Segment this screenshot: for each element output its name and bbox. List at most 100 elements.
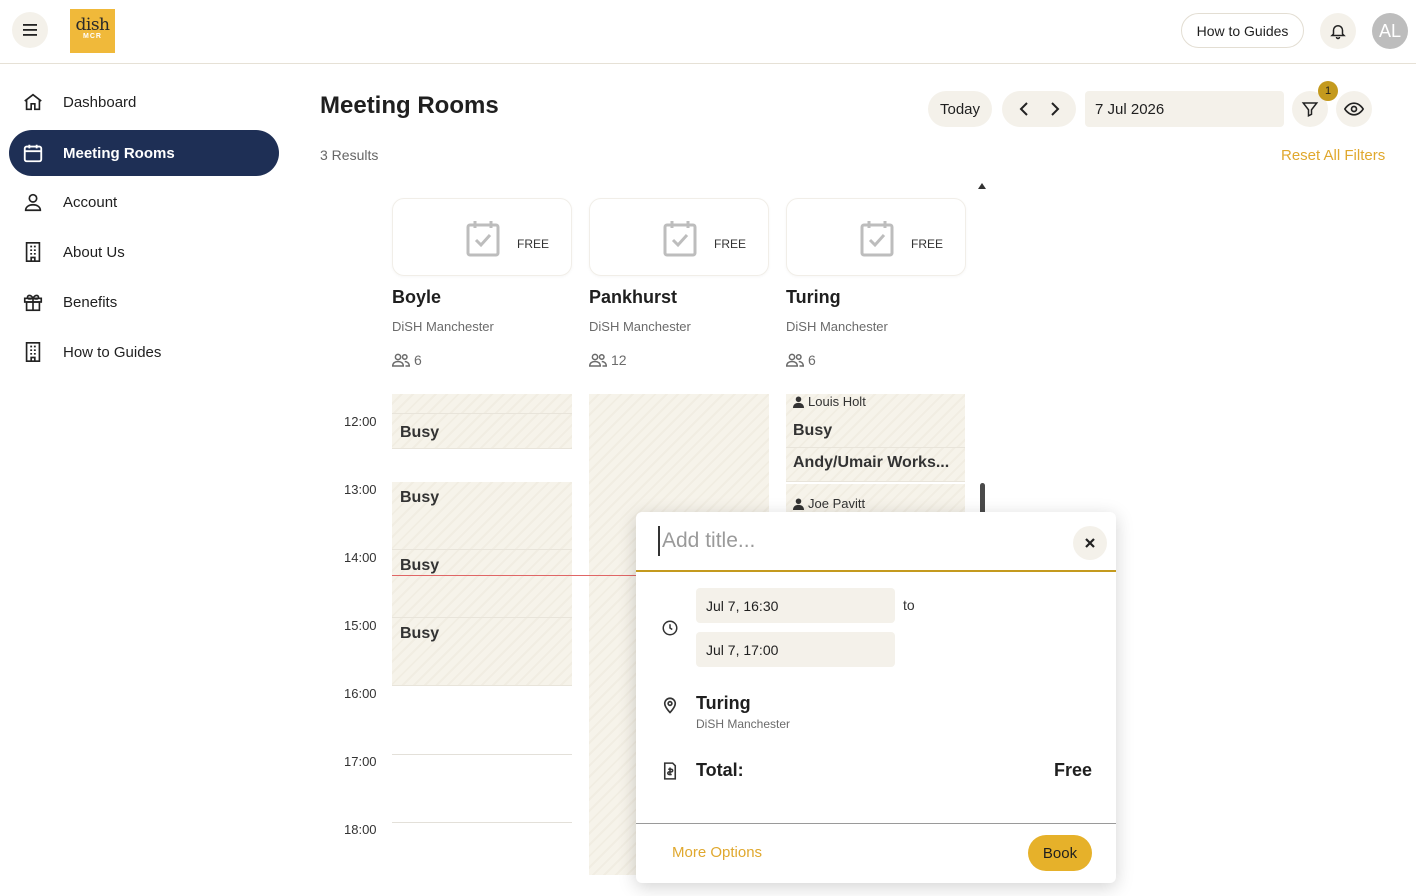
time-label: 13:00 (344, 482, 377, 497)
sidebar-item-account[interactable]: Account (9, 179, 279, 225)
booking-popup: Jul 7, 16:30 to Jul 7, 17:00 Turing DiSH… (636, 512, 1116, 883)
booking-room-location: DiSH Manchester (696, 717, 791, 731)
hour-gridline (392, 754, 572, 755)
current-time-indicator (392, 575, 642, 576)
sidebar-item-label: Account (63, 193, 118, 211)
event-title[interactable]: Andy/Umair Works... (786, 448, 965, 482)
to-label: to (903, 597, 915, 613)
more-options-link[interactable]: More Options (672, 844, 762, 861)
notifications-button[interactable] (1320, 13, 1356, 49)
sidebar-item-label: Benefits (63, 293, 118, 311)
time-label: 12:00 (344, 414, 377, 429)
chevron-left-icon (1019, 102, 1028, 116)
sidebar-item-label: Dashboard (63, 93, 137, 111)
room-name: Boyle (392, 287, 442, 307)
time-label: 17:00 (344, 754, 377, 769)
person-icon (793, 498, 804, 510)
room-status: FREE (517, 237, 550, 251)
date-picker-field[interactable]: 7 Jul 2026 (1085, 91, 1284, 127)
sidebar-item-benefits[interactable]: Benefits (9, 279, 279, 325)
room-status-card[interactable]: FREE (392, 198, 572, 276)
sidebar-item-about-us[interactable]: About Us (9, 229, 279, 275)
sidebar-item-label: About Us (63, 243, 125, 261)
title-underline (636, 570, 1116, 572)
date-navigation (1002, 91, 1076, 127)
top-bar: dish MCR How to Guides AL (0, 0, 1416, 64)
book-button[interactable]: Book (1028, 835, 1092, 871)
eye-icon (1344, 102, 1364, 116)
clock-icon (662, 620, 678, 636)
chevron-right-icon (1050, 102, 1059, 116)
time-label: 14:00 (344, 550, 377, 565)
home-icon (21, 90, 45, 114)
scrollbar-thumb[interactable] (980, 483, 985, 515)
time-label: 18:00 (344, 822, 377, 837)
event-busy[interactable]: Busy (392, 618, 572, 686)
building-icon (21, 340, 45, 364)
people-icon (392, 353, 410, 367)
sidebar-item-how-to-guides[interactable]: How to Guides (9, 329, 279, 375)
room-capacity: 12 (589, 352, 627, 368)
location-pin-icon (663, 697, 677, 714)
calendar-check-icon (466, 221, 500, 257)
menu-icon (23, 24, 37, 36)
calendar-check-icon (860, 221, 894, 257)
room-capacity: 6 (786, 352, 816, 368)
user-avatar[interactable]: AL (1372, 13, 1408, 49)
event-organizer: Joe Pavitt (793, 496, 865, 511)
close-popup-button[interactable] (1073, 526, 1107, 560)
event-block[interactable] (392, 394, 572, 414)
people-icon (589, 353, 607, 367)
total-label: Total: (696, 760, 744, 780)
time-label: 15:00 (344, 618, 377, 633)
sidebar-item-label: How to Guides (63, 343, 162, 361)
event-busy[interactable]: Busy (392, 482, 572, 550)
person-icon (793, 396, 804, 408)
room-status: FREE (911, 237, 944, 251)
reset-filters-link[interactable]: Reset All Filters (1281, 147, 1385, 164)
start-time-field[interactable]: Jul 7, 16:30 (696, 588, 895, 623)
filter-count-badge: 1 (1318, 81, 1338, 101)
room-capacity: 6 (392, 352, 422, 368)
building-icon (21, 240, 45, 264)
sidebar-item-dashboard[interactable]: Dashboard (9, 79, 279, 125)
people-icon (786, 353, 804, 367)
next-day-button[interactable] (1043, 97, 1067, 121)
sidebar-item-meeting-rooms[interactable]: Meeting Rooms (9, 130, 279, 176)
end-time-field[interactable]: Jul 7, 17:00 (696, 632, 895, 667)
bell-icon (1330, 25, 1346, 40)
today-button[interactable]: Today (928, 91, 992, 127)
event-busy[interactable]: Busy (786, 414, 965, 446)
booking-room-name: Turing (696, 693, 751, 713)
sidebar-item-label: Meeting Rooms (63, 144, 175, 162)
page-title: Meeting Rooms (320, 92, 499, 119)
footer-divider (636, 823, 1116, 824)
room-status: FREE (714, 237, 747, 251)
dish-logo[interactable]: dish MCR (70, 9, 115, 53)
total-value: Free (1053, 760, 1092, 780)
results-count: 3 Results (320, 147, 379, 163)
how-to-guides-button[interactable]: How to Guides (1181, 13, 1304, 48)
event-organizer: Louis Holt (793, 394, 866, 409)
calendar-icon (21, 141, 45, 165)
hamburger-menu-button[interactable] (12, 12, 48, 48)
booking-title-input[interactable] (658, 526, 1068, 556)
time-label: 16:00 (344, 686, 377, 701)
event-busy[interactable]: Busy (392, 550, 572, 618)
event-busy[interactable]: Busy (392, 414, 572, 449)
receipt-icon (663, 762, 677, 780)
previous-day-button[interactable] (1012, 97, 1036, 121)
room-location: DiSH Manchester (392, 319, 494, 334)
room-status-card[interactable]: FREE (589, 198, 769, 276)
scroll-up-arrow[interactable] (978, 183, 986, 189)
room-location: DiSH Manchester (786, 319, 888, 334)
room-name: Pankhurst (589, 287, 678, 307)
room-location: DiSH Manchester (589, 319, 691, 334)
close-icon (1085, 538, 1095, 548)
gift-icon (21, 290, 45, 314)
view-toggle-button[interactable] (1336, 91, 1372, 127)
room-status-card[interactable]: FREE (786, 198, 966, 276)
filter-icon (1301, 102, 1319, 117)
hour-gridline (392, 822, 572, 823)
calendar-check-icon (663, 221, 697, 257)
